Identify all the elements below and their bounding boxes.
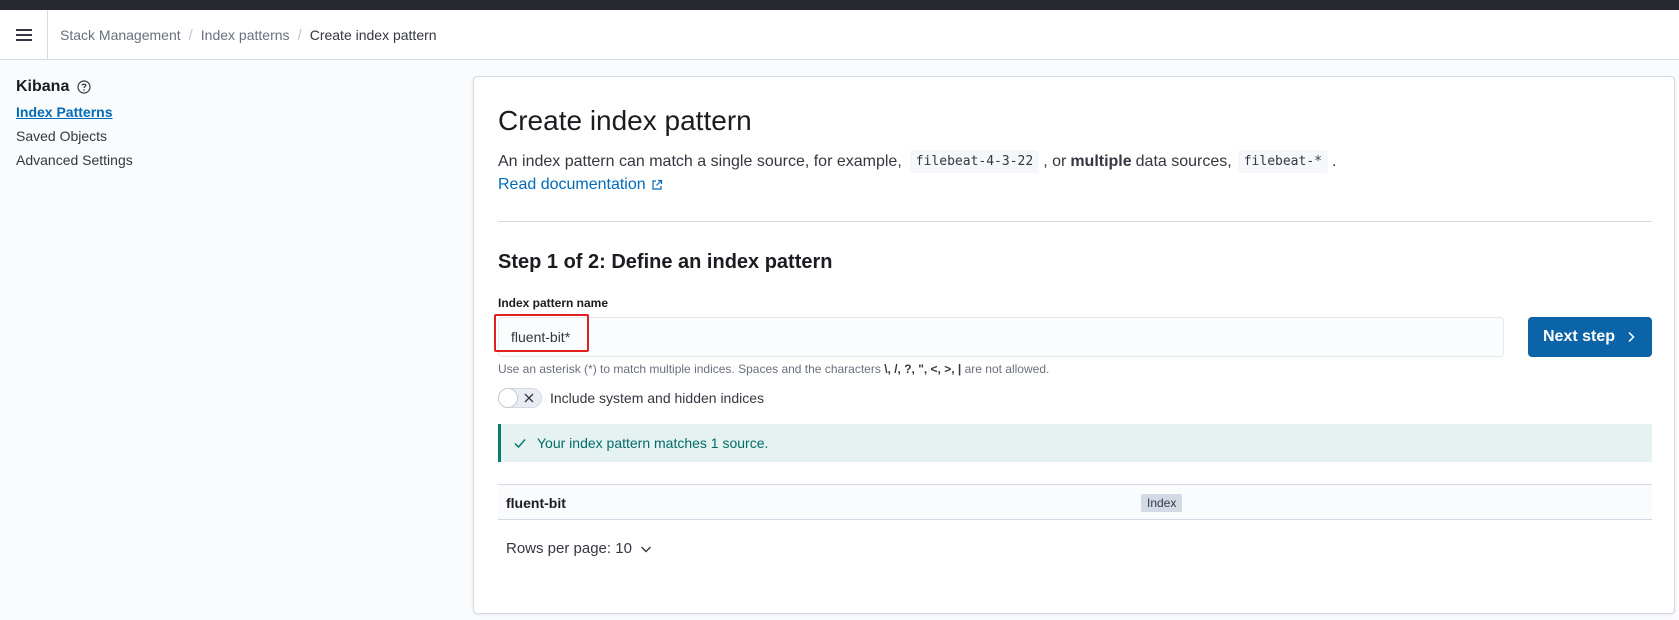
description-text: , or xyxy=(1043,152,1067,170)
description-text: An index pattern can match a single sour… xyxy=(498,152,902,170)
index-pattern-name-input[interactable] xyxy=(498,317,1504,357)
rows-per-page-selector[interactable]: Rows per page: 10 xyxy=(506,540,652,557)
breadcrumb-separator: / xyxy=(297,26,302,44)
include-hidden-indices-switch[interactable] xyxy=(498,388,542,408)
hidden-indices-toggle-row: Include system and hidden indices xyxy=(498,388,764,408)
index-type-badge: Index xyxy=(1141,494,1183,512)
callout-text: Your index pattern matches 1 source. xyxy=(537,435,769,451)
rows-per-page-label: Rows per page: 10 xyxy=(506,540,632,557)
hamburger-icon xyxy=(16,29,32,41)
external-link-icon xyxy=(652,179,662,190)
divider xyxy=(498,221,1652,222)
help-text-prefix: Use an asterisk (*) to match multiple in… xyxy=(498,362,881,376)
breadcrumb-stack-management[interactable]: Stack Management xyxy=(60,27,181,43)
field-help-text: Use an asterisk (*) to match multiple in… xyxy=(498,362,1049,376)
help-icon[interactable] xyxy=(77,80,91,94)
header-divider xyxy=(47,10,48,60)
top-bar xyxy=(0,0,1679,10)
next-step-button[interactable]: Next step xyxy=(1528,317,1652,357)
index-name-cell: fluent-bit xyxy=(506,495,566,511)
breadcrumb: Stack Management / Index patterns / Crea… xyxy=(60,10,437,60)
breadcrumb-separator: / xyxy=(188,26,193,44)
chevron-right-icon xyxy=(1628,331,1635,343)
description-bold: multiple xyxy=(1070,152,1132,170)
page-description: An index pattern can match a single sour… xyxy=(498,150,1336,173)
include-hidden-indices-label: Include system and hidden indices xyxy=(550,390,765,406)
next-step-label: Next step xyxy=(1542,328,1616,345)
breadcrumb-current: Create index pattern xyxy=(309,27,437,43)
sidebar-title-text: Kibana xyxy=(16,78,70,95)
index-pattern-name-label: Index pattern name xyxy=(498,296,609,310)
description-text: data sources, xyxy=(1135,152,1232,170)
doc-link-label: Read documentation xyxy=(498,176,646,193)
header: Stack Management / Index patterns / Crea… xyxy=(0,10,1679,60)
switch-knob xyxy=(498,388,518,408)
sidebar-title: Kibana xyxy=(16,78,91,96)
chevron-down-icon xyxy=(640,546,651,552)
sidebar-item-advanced-settings[interactable]: Advanced Settings xyxy=(16,152,133,168)
help-text-suffix: are not allowed. xyxy=(964,362,1050,376)
step-title: Step 1 of 2: Define an index pattern xyxy=(498,251,833,273)
table-row: fluent-bit Index xyxy=(498,484,1652,520)
breadcrumb-index-patterns[interactable]: Index patterns xyxy=(201,27,290,43)
page-title: Create index pattern xyxy=(498,105,752,136)
menu-button[interactable] xyxy=(8,19,40,51)
help-text-chars: \, /, ?, ", <, >, | xyxy=(884,362,962,376)
sidebar-item-index-patterns[interactable]: Index Patterns xyxy=(16,104,112,120)
main-panel: Create index pattern An index pattern ca… xyxy=(473,76,1675,614)
sidebar-item-saved-objects[interactable]: Saved Objects xyxy=(16,128,107,144)
sidebar: Kibana Index Patterns Saved Objects Adva… xyxy=(0,61,470,620)
close-icon xyxy=(524,393,534,403)
check-icon xyxy=(514,439,526,449)
description-text: . xyxy=(1332,152,1337,170)
code-example-multiple: filebeat-* xyxy=(1237,150,1328,173)
match-success-callout: Your index pattern matches 1 source. xyxy=(498,424,1652,462)
read-documentation-link[interactable]: Read documentation xyxy=(498,176,663,194)
code-example-single: filebeat-4-3-22 xyxy=(909,150,1040,173)
